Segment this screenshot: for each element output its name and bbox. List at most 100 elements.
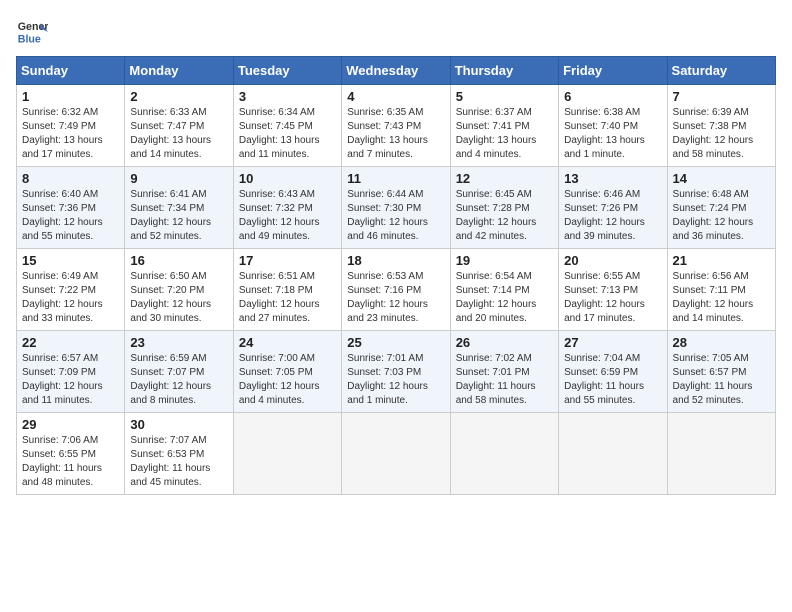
calendar-cell: 12 Sunrise: 6:45 AMSunset: 7:28 PMDayligh… <box>450 167 558 249</box>
day-info: Sunrise: 6:34 AMSunset: 7:45 PMDaylight:… <box>239 107 320 160</box>
calendar-cell: 24 Sunrise: 7:00 AMSunset: 7:05 PMDayligh… <box>233 331 341 413</box>
day-number: 29 <box>22 417 119 432</box>
calendar-cell: 28Sunrise: 7:05 AMSunset: 6:57 PMDayligh… <box>667 331 775 413</box>
day-info: Sunrise: 6:53 AMSunset: 7:16 PMDaylight:… <box>347 271 428 324</box>
day-info: Sunrise: 6:50 AMSunset: 7:20 PMDaylight:… <box>130 271 211 324</box>
calendar-cell: 16 Sunrise: 6:50 AMSunset: 7:20 PMDayligh… <box>125 249 233 331</box>
day-number: 13 <box>564 171 661 186</box>
day-number: 21 <box>673 253 770 268</box>
day-info: Sunrise: 7:07 AMSunset: 6:53 PMDaylight:… <box>130 435 210 488</box>
calendar-cell: 17 Sunrise: 6:51 AMSunset: 7:18 PMDayligh… <box>233 249 341 331</box>
calendar-cell: 11 Sunrise: 6:44 AMSunset: 7:30 PMDayligh… <box>342 167 450 249</box>
day-info: Sunrise: 6:55 AMSunset: 7:13 PMDaylight:… <box>564 271 645 324</box>
day-number: 26 <box>456 335 553 350</box>
day-info: Sunrise: 6:48 AMSunset: 7:24 PMDaylight:… <box>673 189 754 242</box>
weekday-header-wednesday: Wednesday <box>342 57 450 85</box>
day-info: Sunrise: 6:44 AMSunset: 7:30 PMDaylight:… <box>347 189 428 242</box>
day-number: 22 <box>22 335 119 350</box>
day-number: 7 <box>673 89 770 104</box>
day-number: 20 <box>564 253 661 268</box>
day-number: 25 <box>347 335 444 350</box>
calendar-cell: 22 Sunrise: 6:57 AMSunset: 7:09 PMDayligh… <box>17 331 125 413</box>
day-info: Sunrise: 6:38 AMSunset: 7:40 PMDaylight:… <box>564 107 645 160</box>
day-info: Sunrise: 6:56 AMSunset: 7:11 PMDaylight:… <box>673 271 754 324</box>
logo: General Blue <box>16 16 48 48</box>
calendar-cell: 26 Sunrise: 7:02 AMSunset: 7:01 PMDayligh… <box>450 331 558 413</box>
day-number: 1 <box>22 89 119 104</box>
calendar-cell: 8 Sunrise: 6:40 AMSunset: 7:36 PMDaylight… <box>17 167 125 249</box>
day-info: Sunrise: 6:37 AMSunset: 7:41 PMDaylight:… <box>456 107 537 160</box>
svg-text:Blue: Blue <box>18 34 41 46</box>
day-number: 8 <box>22 171 119 186</box>
day-info: Sunrise: 7:00 AMSunset: 7:05 PMDaylight:… <box>239 353 320 406</box>
calendar-cell: 15 Sunrise: 6:49 AMSunset: 7:22 PMDayligh… <box>17 249 125 331</box>
day-number: 9 <box>130 171 227 186</box>
calendar-cell: 21 Sunrise: 6:56 AMSunset: 7:11 PMDayligh… <box>667 249 775 331</box>
day-number: 4 <box>347 89 444 104</box>
weekday-header-saturday: Saturday <box>667 57 775 85</box>
calendar-cell <box>559 413 667 495</box>
calendar-cell: 23 Sunrise: 6:59 AMSunset: 7:07 PMDayligh… <box>125 331 233 413</box>
day-info: Sunrise: 6:43 AMSunset: 7:32 PMDaylight:… <box>239 189 320 242</box>
calendar-cell: 9 Sunrise: 6:41 AMSunset: 7:34 PMDaylight… <box>125 167 233 249</box>
day-info: Sunrise: 6:40 AMSunset: 7:36 PMDaylight:… <box>22 189 103 242</box>
day-info: Sunrise: 7:05 AMSunset: 6:57 PMDaylight:… <box>673 353 753 406</box>
day-number: 30 <box>130 417 227 432</box>
weekday-header-sunday: Sunday <box>17 57 125 85</box>
day-info: Sunrise: 6:35 AMSunset: 7:43 PMDaylight:… <box>347 107 428 160</box>
calendar-cell: 6 Sunrise: 6:38 AMSunset: 7:40 PMDaylight… <box>559 85 667 167</box>
calendar-cell: 14Sunrise: 6:48 AMSunset: 7:24 PMDayligh… <box>667 167 775 249</box>
page-header: General Blue <box>16 16 776 48</box>
day-info: Sunrise: 6:33 AMSunset: 7:47 PMDaylight:… <box>130 107 211 160</box>
calendar-cell: 4 Sunrise: 6:35 AMSunset: 7:43 PMDaylight… <box>342 85 450 167</box>
day-number: 24 <box>239 335 336 350</box>
day-info: Sunrise: 6:59 AMSunset: 7:07 PMDaylight:… <box>130 353 211 406</box>
day-number: 18 <box>347 253 444 268</box>
calendar-cell: 7 Sunrise: 6:39 AMSunset: 7:38 PMDaylight… <box>667 85 775 167</box>
day-info: Sunrise: 6:39 AMSunset: 7:38 PMDaylight:… <box>673 107 754 160</box>
weekday-header-tuesday: Tuesday <box>233 57 341 85</box>
logo-icon: General Blue <box>16 16 48 48</box>
calendar-cell: 29 Sunrise: 7:06 AMSunset: 6:55 PMDayligh… <box>17 413 125 495</box>
day-info: Sunrise: 6:49 AMSunset: 7:22 PMDaylight:… <box>22 271 103 324</box>
calendar-cell: 30 Sunrise: 7:07 AMSunset: 6:53 PMDayligh… <box>125 413 233 495</box>
calendar-cell: 13 Sunrise: 6:46 AMSunset: 7:26 PMDayligh… <box>559 167 667 249</box>
calendar-cell: 25 Sunrise: 7:01 AMSunset: 7:03 PMDayligh… <box>342 331 450 413</box>
calendar-cell: 10 Sunrise: 6:43 AMSunset: 7:32 PMDayligh… <box>233 167 341 249</box>
day-info: Sunrise: 7:06 AMSunset: 6:55 PMDaylight:… <box>22 435 102 488</box>
calendar-cell <box>667 413 775 495</box>
day-info: Sunrise: 6:54 AMSunset: 7:14 PMDaylight:… <box>456 271 537 324</box>
day-info: Sunrise: 6:41 AMSunset: 7:34 PMDaylight:… <box>130 189 211 242</box>
day-info: Sunrise: 7:01 AMSunset: 7:03 PMDaylight:… <box>347 353 428 406</box>
day-number: 27 <box>564 335 661 350</box>
day-info: Sunrise: 6:32 AMSunset: 7:49 PMDaylight:… <box>22 107 103 160</box>
calendar-cell: 5 Sunrise: 6:37 AMSunset: 7:41 PMDaylight… <box>450 85 558 167</box>
calendar-cell: 27 Sunrise: 7:04 AMSunset: 6:59 PMDayligh… <box>559 331 667 413</box>
day-number: 3 <box>239 89 336 104</box>
day-number: 5 <box>456 89 553 104</box>
day-number: 16 <box>130 253 227 268</box>
calendar-cell <box>450 413 558 495</box>
day-number: 12 <box>456 171 553 186</box>
weekday-header-thursday: Thursday <box>450 57 558 85</box>
day-number: 15 <box>22 253 119 268</box>
day-info: Sunrise: 6:57 AMSunset: 7:09 PMDaylight:… <box>22 353 103 406</box>
day-number: 23 <box>130 335 227 350</box>
day-info: Sunrise: 6:46 AMSunset: 7:26 PMDaylight:… <box>564 189 645 242</box>
calendar-cell: 18 Sunrise: 6:53 AMSunset: 7:16 PMDayligh… <box>342 249 450 331</box>
calendar-cell <box>342 413 450 495</box>
day-number: 6 <box>564 89 661 104</box>
day-number: 17 <box>239 253 336 268</box>
day-info: Sunrise: 6:45 AMSunset: 7:28 PMDaylight:… <box>456 189 537 242</box>
day-number: 11 <box>347 171 444 186</box>
day-number: 19 <box>456 253 553 268</box>
day-number: 2 <box>130 89 227 104</box>
day-info: Sunrise: 6:51 AMSunset: 7:18 PMDaylight:… <box>239 271 320 324</box>
weekday-header-friday: Friday <box>559 57 667 85</box>
day-number: 10 <box>239 171 336 186</box>
day-info: Sunrise: 7:04 AMSunset: 6:59 PMDaylight:… <box>564 353 644 406</box>
weekday-header-monday: Monday <box>125 57 233 85</box>
calendar-cell: 20 Sunrise: 6:55 AMSunset: 7:13 PMDayligh… <box>559 249 667 331</box>
calendar-cell: 2 Sunrise: 6:33 AMSunset: 7:47 PMDaylight… <box>125 85 233 167</box>
day-info: Sunrise: 7:02 AMSunset: 7:01 PMDaylight:… <box>456 353 536 406</box>
